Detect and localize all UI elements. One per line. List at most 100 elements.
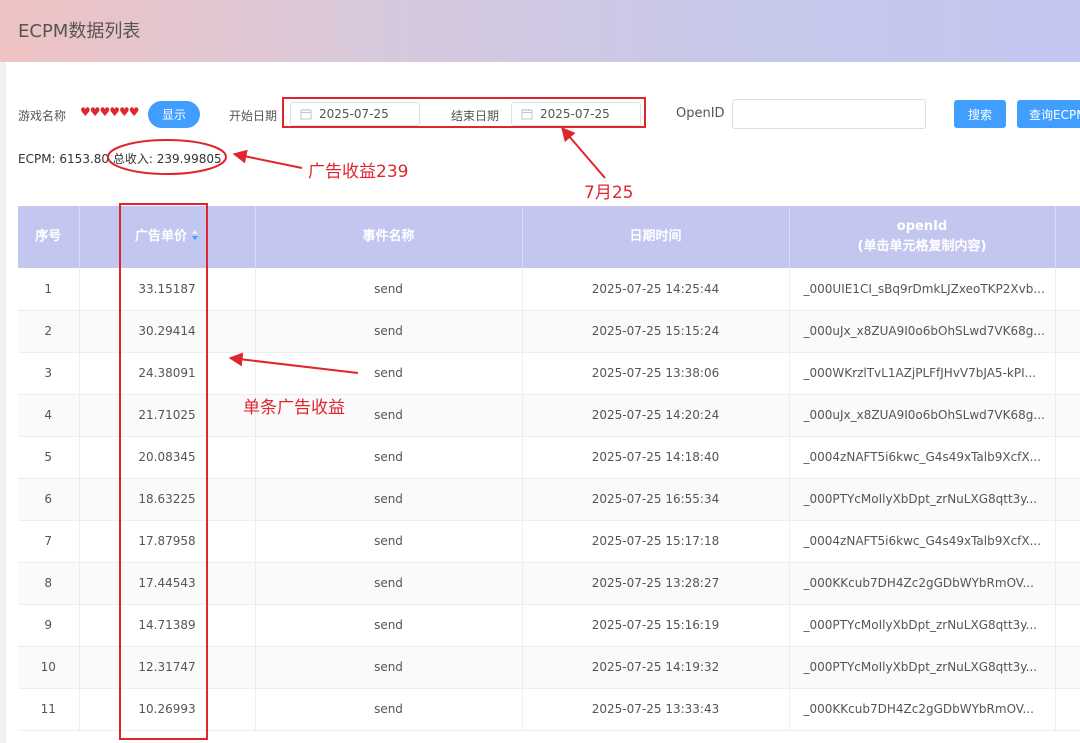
cell-extra [1055, 478, 1080, 521]
cell-openid[interactable]: _0004zNAFT5i6kwc_G4s49xTalb9XcfX... [789, 436, 1056, 479]
show-button[interactable]: 显示 [148, 101, 200, 128]
date-arrow [561, 126, 606, 179]
cell-datetime: 2025-07-25 13:28:27 [522, 562, 790, 605]
table-row: 3 24.38091 send 2025-07-25 13:38:06 _000WKrz… [18, 352, 1080, 395]
cell-extra [1055, 268, 1080, 311]
cell-datetime: 2025-07-25 16:55:34 [522, 478, 790, 521]
cell-price: 33.15187 [79, 268, 256, 311]
cell-index: 11 [18, 688, 80, 731]
start-date-label: 开始日期 [229, 109, 278, 123]
cell-index: 8 [18, 562, 80, 605]
cell-extra [1055, 394, 1080, 437]
cell-datetime: 2025-07-25 15:15:24 [522, 310, 790, 353]
cell-event: send [255, 310, 523, 353]
cell-extra [1055, 520, 1080, 563]
cell-price: 18.63225 [79, 478, 256, 521]
cell-event: send [255, 688, 523, 731]
cell-index: 4 [18, 394, 80, 437]
table-row: 5 20.08345 send 2025-07-25 14:18:40 _0004zNA… [18, 436, 1080, 479]
cell-extra [1055, 310, 1080, 353]
cell-price: 17.87958 [79, 520, 256, 563]
cell-extra [1055, 688, 1080, 731]
cell-price: 17.44543 [79, 562, 256, 605]
cell-index: 1 [18, 268, 80, 311]
sort-icon[interactable] [191, 229, 199, 241]
cell-event: send [255, 520, 523, 563]
cell-index: 7 [18, 520, 80, 563]
cell-openid[interactable]: _000PTYcMoIlyXbDpt_zrNuLXG8qtt3y... [789, 478, 1056, 521]
ecpm-value: ECPM: 6153.80 [18, 152, 110, 166]
column-openid-hint: (单击单元格复制内容) [857, 239, 987, 254]
income-arrow [232, 149, 303, 169]
openid-label: OpenID [676, 106, 725, 121]
table-row: 1 33.15187 send 2025-07-25 14:25:44 _000UIE1… [18, 268, 1080, 311]
cell-price: 20.08345 [79, 436, 256, 479]
page-header: ECPM数据列表 [0, 0, 1080, 62]
cell-event: send [255, 268, 523, 311]
table-row: 8 17.44543 send 2025-07-25 13:28:27 _000KKcu… [18, 562, 1080, 605]
cell-index: 6 [18, 478, 80, 521]
table-row: 11 10.26993 send 2025-07-25 13:33:43 _000KKc… [18, 688, 1080, 731]
income-annotation: 广告收益239 [308, 162, 409, 182]
column-index: 序号 [18, 206, 80, 268]
table-row: 2 30.29414 send 2025-07-25 15:15:24 _000uJx_… [18, 310, 1080, 353]
cell-extra [1055, 352, 1080, 395]
cell-datetime: 2025-07-25 14:18:40 [522, 436, 790, 479]
cell-extra [1055, 646, 1080, 689]
cell-index: 10 [18, 646, 80, 689]
cell-extra [1055, 436, 1080, 479]
cell-datetime: 2025-07-25 13:38:06 [522, 352, 790, 395]
cell-index: 2 [18, 310, 80, 353]
cell-event: send [255, 436, 523, 479]
table-row: 4 21.71025 send 2025-07-25 14:20:24 _000uJx_… [18, 394, 1080, 437]
cell-datetime: 2025-07-25 15:17:18 [522, 520, 790, 563]
cell-extra [1055, 562, 1080, 605]
start-date-input[interactable]: 2025-07-25 [290, 102, 420, 126]
cell-openid[interactable]: _000UIE1CI_sBq9rDmkLJZxeoTKP2Xvb... [789, 268, 1056, 311]
query-ecpm-button[interactable]: 查询ECPM [1017, 100, 1080, 128]
stats-line: ECPM: 6153.80 总收入: 239.99805 [18, 150, 222, 167]
cell-extra [1055, 604, 1080, 647]
column-price[interactable]: 广告单价 [79, 206, 256, 268]
cell-datetime: 2025-07-25 13:33:43 [522, 688, 790, 731]
ecpm-table: 序号 广告单价 事件名称 日期时间 openId (单击单元格复制内容) 1 33.… [18, 206, 1080, 743]
table-row: 9 14.71389 send 2025-07-25 15:16:19 _000PTYc… [18, 604, 1080, 647]
column-openid: openId (单击单元格复制内容) [789, 206, 1056, 268]
cell-event: send [255, 646, 523, 689]
end-date-label: 结束日期 [451, 109, 500, 123]
search-button[interactable]: 搜索 [954, 100, 1006, 128]
cell-openid[interactable]: _000KKcub7DH4Zc2gGDbWYbRmOV... [789, 562, 1056, 605]
total-income: 总收入: 239.99805 [112, 152, 222, 166]
cell-openid[interactable]: _0004zNAFT5i6kwc_G4s49xTalb9XcfX... [789, 520, 1056, 563]
cell-price: 24.38091 [79, 352, 256, 395]
cell-openid[interactable]: _000KKcub7DH4Zc2gGDbWYbRmOV... [789, 688, 1056, 731]
cell-event: send [255, 352, 523, 395]
cell-event: send [255, 562, 523, 605]
cell-price: 10.26993 [79, 688, 256, 731]
page-title: ECPM数据列表 [18, 21, 141, 42]
end-date-value: 2025-07-25 [540, 107, 610, 121]
cell-price: 12.31747 [79, 646, 256, 689]
end-date-input[interactable]: 2025-07-25 [511, 102, 641, 126]
cell-datetime: 2025-07-25 14:19:32 [522, 646, 790, 689]
cell-openid[interactable]: _000PTYcMoIlyXbDpt_zrNuLXG8qtt3y... [789, 646, 1056, 689]
column-event: 事件名称 [255, 206, 523, 268]
cell-openid[interactable]: _000uJx_x8ZUA9I0o6bOhSLwd7VK68g... [789, 310, 1056, 353]
cell-openid[interactable]: _000uJx_x8ZUA9I0o6bOhSLwd7VK68g... [789, 394, 1056, 437]
openid-input[interactable] [732, 99, 926, 129]
cell-index: 5 [18, 436, 80, 479]
date-annotation: 7月25 [584, 183, 634, 203]
cell-openid[interactable]: _000PTYcMoIlyXbDpt_zrNuLXG8qtt3y... [789, 604, 1056, 647]
cell-index: 3 [18, 352, 80, 395]
cell-event: send [255, 604, 523, 647]
column-datetime: 日期时间 [522, 206, 790, 268]
calendar-icon [300, 109, 312, 120]
cell-openid[interactable]: _000WKrzlTvL1AZjPLFfJHvV7bJA5-kPI... [789, 352, 1056, 395]
cell-datetime: 2025-07-25 14:20:24 [522, 394, 790, 437]
sidebar-edge [0, 62, 6, 743]
table-row: 6 18.63225 send 2025-07-25 16:55:34 _000PTYc… [18, 478, 1080, 521]
start-date-value: 2025-07-25 [319, 107, 389, 121]
single-income-annotation: 单条广告收益 [243, 398, 345, 418]
cell-datetime: 2025-07-25 15:16:19 [522, 604, 790, 647]
cell-price: 21.71025 [79, 394, 256, 437]
